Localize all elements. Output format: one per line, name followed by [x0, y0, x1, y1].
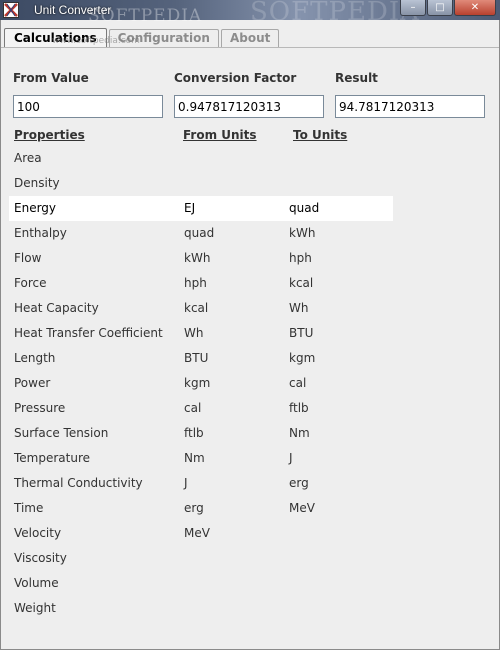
- to-unit-cell: Nm: [289, 426, 310, 440]
- to-unit-cell: kcal: [289, 276, 314, 290]
- table-row[interactable]: Flow kWh hph: [9, 246, 393, 271]
- table-row[interactable]: Temperature Nm J: [9, 446, 393, 471]
- table-row[interactable]: Time erg MeV: [9, 496, 393, 521]
- property-cell: Flow: [14, 251, 42, 265]
- table-row[interactable]: Pressure cal ftlb: [9, 396, 393, 421]
- table-row[interactable]: Thermal Conductivity Jerg: [9, 471, 393, 496]
- table-row[interactable]: Surface Tension ftlb Nm: [9, 421, 393, 446]
- from-unit-cell: erg: [184, 501, 204, 515]
- from-unit-cell: quad: [184, 226, 215, 240]
- to-unit-cell: BTU: [289, 326, 314, 340]
- to-unit-cell: J: [289, 451, 293, 465]
- from-value-input[interactable]: [13, 95, 163, 118]
- from-unit-cell: MeV: [184, 526, 210, 540]
- window-border-left: [0, 20, 1, 650]
- from-unit-cell: BTU: [184, 351, 209, 365]
- properties-column-header[interactable]: Properties: [14, 128, 85, 142]
- from-unit-cell: kcal: [184, 301, 209, 315]
- conversion-factor-input[interactable]: [174, 95, 324, 118]
- property-cell: Temperature: [14, 451, 91, 465]
- property-cell: Pressure: [14, 401, 66, 415]
- from-unit-cell: hph: [184, 276, 207, 290]
- table-row[interactable]: Velocity MeV: [9, 521, 393, 546]
- table-row[interactable]: Heat Transfer Coefficient Wh BTU: [9, 321, 393, 346]
- property-cell: Thermal Conductivity: [14, 476, 143, 490]
- to-units-column-header[interactable]: To Units: [293, 128, 347, 142]
- to-unit-cell: hph: [289, 251, 312, 265]
- from-unit-cell: cal: [184, 401, 202, 415]
- table-row[interactable]: Enthalpy quad kWh: [9, 221, 393, 246]
- tab-about[interactable]: About: [220, 29, 280, 48]
- to-unit-cell: Wh: [289, 301, 309, 315]
- table-row[interactable]: Area: [9, 146, 393, 171]
- from-value-label: From Value: [13, 71, 89, 85]
- to-unit-cell: ftlb: [289, 401, 309, 415]
- to-unit-cell: MeV: [289, 501, 315, 515]
- from-unit-cell: ftlb: [184, 426, 204, 440]
- to-unit-cell: kgm: [289, 351, 316, 365]
- app-icon: [3, 2, 19, 18]
- table-row[interactable]: Energy EJ quad: [9, 196, 393, 221]
- maximize-button[interactable]: □: [427, 0, 453, 16]
- result-input[interactable]: [335, 95, 485, 118]
- property-cell: Enthalpy: [14, 226, 67, 240]
- from-unit-cell: EJ: [184, 201, 196, 215]
- property-cell: Heat Capacity: [14, 301, 99, 315]
- minimize-button[interactable]: –: [400, 0, 426, 16]
- property-cell: Force: [14, 276, 47, 290]
- watermark-large: SOFTPEDIA: [250, 0, 420, 27]
- conversion-factor-label: Conversion Factor: [174, 71, 297, 85]
- property-cell: Heat Transfer Coefficient: [14, 326, 163, 340]
- from-unit-cell: kgm: [184, 376, 211, 390]
- property-cell: Volume: [14, 576, 59, 590]
- tab-divider: [0, 47, 500, 48]
- title-bar[interactable]: Unit Converter SOFTPEDIA SOFTPEDIA – □ ✕: [0, 0, 500, 27]
- tab-bar: Calculations Configuration About: [4, 28, 281, 48]
- to-unit-cell: cal: [289, 376, 307, 390]
- table-row[interactable]: Force hph kcal: [9, 271, 393, 296]
- property-cell: Length: [14, 351, 56, 365]
- from-units-column-header[interactable]: From Units: [183, 128, 257, 142]
- to-unit-cell: kWh: [289, 226, 316, 240]
- from-unit-cell: Nm: [184, 451, 205, 465]
- watermark-url: www.softpedia.com: [52, 36, 140, 46]
- property-cell: Density: [14, 176, 60, 190]
- table-row[interactable]: Volume: [9, 571, 393, 596]
- to-unit-cell: erg: [289, 476, 309, 490]
- property-cell: Area: [14, 151, 42, 165]
- table-row[interactable]: Density: [9, 171, 393, 196]
- table-row[interactable]: Weight: [9, 596, 393, 621]
- property-cell: Surface Tension: [14, 426, 109, 440]
- close-button[interactable]: ✕: [454, 0, 496, 16]
- table-row[interactable]: Power kgm cal: [9, 371, 393, 396]
- table-row[interactable]: Heat Capacity kcal Wh: [9, 296, 393, 321]
- table-row[interactable]: Length BTU kgm: [9, 346, 393, 371]
- table-row[interactable]: Viscosity: [9, 546, 393, 571]
- property-cell: Velocity: [14, 526, 62, 540]
- property-cell: Energy: [14, 201, 57, 215]
- property-cell: Power: [14, 376, 51, 390]
- to-unit-cell: quad: [289, 201, 320, 215]
- property-cell: Time: [14, 501, 44, 515]
- property-cell: Weight: [14, 601, 56, 615]
- watermark: SOFTPEDIA: [88, 6, 203, 26]
- from-unit-cell: kWh: [184, 251, 211, 265]
- result-label: Result: [335, 71, 378, 85]
- properties-table: Area Density Energy EJ quad Enthalpy quad kWh Fl…: [9, 146, 393, 621]
- from-unit-cell: J: [184, 476, 188, 490]
- from-unit-cell: Wh: [184, 326, 204, 340]
- property-cell: Viscosity: [14, 551, 67, 565]
